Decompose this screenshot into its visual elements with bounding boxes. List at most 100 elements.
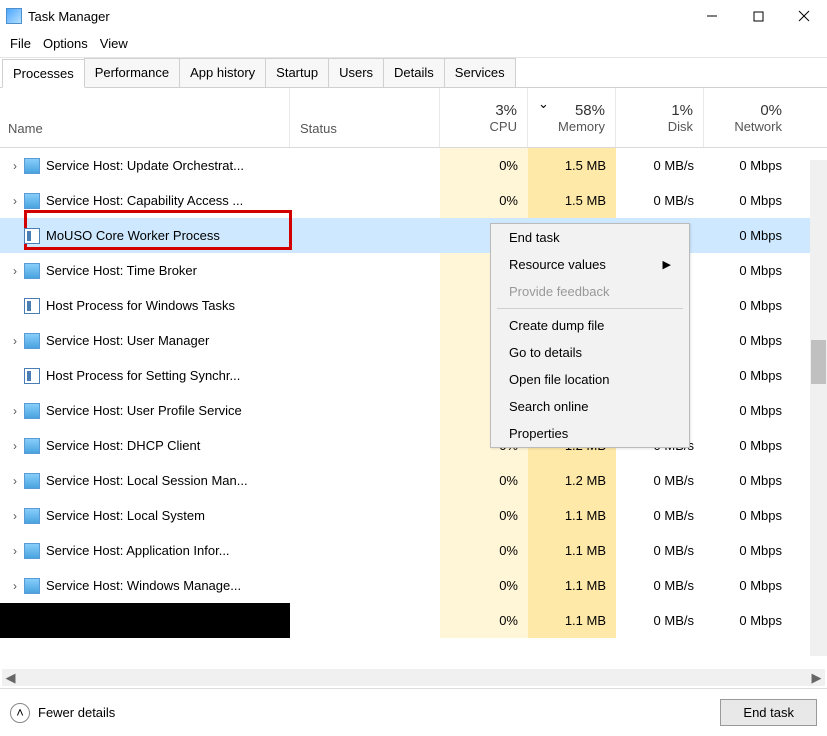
process-name: Service Host: Windows Manage... (46, 578, 241, 593)
table-row[interactable]: ›Service Host: User Manager0%0 Mbps (0, 323, 827, 358)
tab-performance[interactable]: Performance (84, 58, 180, 87)
menu-options[interactable]: Options (41, 34, 98, 53)
table-row[interactable]: ›Service Host: User Profile Service0%0 M… (0, 393, 827, 428)
menu-create-dump[interactable]: Create dump file (491, 312, 689, 339)
col-network[interactable]: 0% Network (704, 88, 792, 147)
expand-icon[interactable]: › (6, 264, 24, 278)
tab-startup[interactable]: Startup (265, 58, 329, 87)
memory-cell: 1.5 MB (528, 148, 616, 183)
col-name[interactable]: Name (0, 88, 290, 147)
context-menu: End task Resource values ▶ Provide feedb… (490, 223, 690, 448)
process-name-cell: Host Process for Windows Tasks (0, 288, 290, 323)
network-cell: 0 Mbps (704, 463, 792, 498)
task-icon (24, 298, 40, 314)
gear-icon (24, 543, 40, 559)
status-cell (290, 428, 440, 463)
tab-users[interactable]: Users (328, 58, 384, 87)
chevron-up-icon: ˄ (10, 703, 30, 723)
gear-icon (24, 473, 40, 489)
network-cell: 0 Mbps (704, 428, 792, 463)
title-bar: Task Manager (0, 0, 827, 32)
expand-icon[interactable]: › (6, 544, 24, 558)
gear-icon (24, 263, 40, 279)
cpu-cell: 0% (440, 498, 528, 533)
menu-end-task[interactable]: End task (491, 224, 689, 251)
menu-resource-values[interactable]: Resource values ▶ (491, 251, 689, 278)
horizontal-scrollbar[interactable]: ◀ ▶ (2, 669, 825, 686)
status-cell (290, 288, 440, 323)
expand-icon[interactable]: › (6, 159, 24, 173)
network-cell: 0 Mbps (704, 533, 792, 568)
menu-open-file-location[interactable]: Open file location (491, 366, 689, 393)
col-memory[interactable]: ⌄ 58% Memory (528, 88, 616, 147)
table-row[interactable]: ›Service Host: DHCP Client0%1.2 MB0 MB/s… (0, 428, 827, 463)
menu-file[interactable]: File (8, 34, 41, 53)
menu-go-to-details[interactable]: Go to details (491, 339, 689, 366)
menu-search-online[interactable]: Search online (491, 393, 689, 420)
table-row[interactable]: ›Service Host: Time Broker0%0 Mbps (0, 253, 827, 288)
network-cell: 0 Mbps (704, 393, 792, 428)
process-name-cell: › Service Host: Local System (0, 498, 290, 533)
table-row[interactable]: ›Service Host: Local Session Man...0%1.2… (0, 463, 827, 498)
maximize-button[interactable] (735, 0, 781, 32)
status-cell (290, 603, 440, 638)
memory-cell: 1.1 MB (528, 498, 616, 533)
status-cell (290, 358, 440, 393)
network-cell: 0 Mbps (704, 218, 792, 253)
expand-icon[interactable]: › (6, 474, 24, 488)
scroll-thumb[interactable] (811, 340, 826, 384)
cpu-cell: 0% (440, 603, 528, 638)
chevron-right-icon: ▶ (663, 258, 671, 271)
process-name: MoUSO Core Worker Process (46, 228, 220, 243)
table-row[interactable]: ›Service Host: Local System0%1.1 MB0 MB/… (0, 498, 827, 533)
close-button[interactable] (781, 0, 827, 32)
table-row[interactable]: ›Service Host: Application Infor...0%1.1… (0, 533, 827, 568)
tab-app-history[interactable]: App history (179, 58, 266, 87)
table-row[interactable]: ›Service Host: Windows Manage...0%1.1 MB… (0, 568, 827, 603)
expand-icon[interactable]: › (6, 404, 24, 418)
expand-icon[interactable]: › (6, 509, 24, 523)
process-name: Service Host: Local System (46, 508, 205, 523)
expand-icon[interactable]: › (6, 439, 24, 453)
tab-services[interactable]: Services (444, 58, 516, 87)
scroll-left-icon[interactable]: ◀ (2, 669, 19, 686)
network-cell: 0 Mbps (704, 603, 792, 638)
col-disk[interactable]: 1% Disk (616, 88, 704, 147)
process-name-cell: Host Process for Setting Synchr... (0, 358, 290, 393)
memory-cell: 1.5 MB (528, 183, 616, 218)
expand-icon[interactable]: › (6, 194, 24, 208)
end-task-button[interactable]: End task (720, 699, 817, 726)
gear-icon (24, 158, 40, 174)
app-icon (6, 8, 22, 24)
process-name-cell: MoUSO Core Worker Process (0, 218, 290, 253)
fewer-details-button[interactable]: ˄ Fewer details (10, 703, 115, 723)
disk-cell: 0 MB/s (616, 533, 704, 568)
tab-strip: Processes Performance App history Startu… (0, 58, 827, 88)
menu-view[interactable]: View (98, 34, 138, 53)
chevron-down-icon: ⌄ (538, 96, 549, 112)
process-name: Service Host: Time Broker (46, 263, 197, 278)
expand-icon[interactable]: › (6, 579, 24, 593)
network-cell: 0 Mbps (704, 253, 792, 288)
minimize-button[interactable] (689, 0, 735, 32)
process-name: Service Host: Application Infor... (46, 543, 230, 558)
scroll-right-icon[interactable]: ▶ (808, 669, 825, 686)
table-row[interactable]: MoUSO Core Worker Process0%0 Mbps (0, 218, 827, 253)
footer: ˄ Fewer details End task (0, 688, 827, 736)
expand-icon[interactable]: › (6, 334, 24, 348)
window-controls (689, 0, 827, 32)
col-status[interactable]: Status (290, 88, 440, 147)
table-row[interactable]: Host Process for Setting Synchr...0%0 Mb… (0, 358, 827, 393)
table-row[interactable]: 0%1.1 MB0 MB/s0 Mbps (0, 603, 827, 638)
gear-icon (24, 193, 40, 209)
tab-details[interactable]: Details (383, 58, 445, 87)
cpu-cell: 0% (440, 568, 528, 603)
network-cell: 0 Mbps (704, 498, 792, 533)
table-row[interactable]: Host Process for Windows Tasks0%0 Mbps (0, 288, 827, 323)
menu-properties[interactable]: Properties (491, 420, 689, 447)
col-cpu[interactable]: 3% CPU (440, 88, 528, 147)
table-row[interactable]: ›Service Host: Update Orchestrat...0%1.5… (0, 148, 827, 183)
vertical-scrollbar[interactable] (810, 160, 827, 656)
tab-processes[interactable]: Processes (2, 59, 85, 88)
table-row[interactable]: ›Service Host: Capability Access ...0%1.… (0, 183, 827, 218)
